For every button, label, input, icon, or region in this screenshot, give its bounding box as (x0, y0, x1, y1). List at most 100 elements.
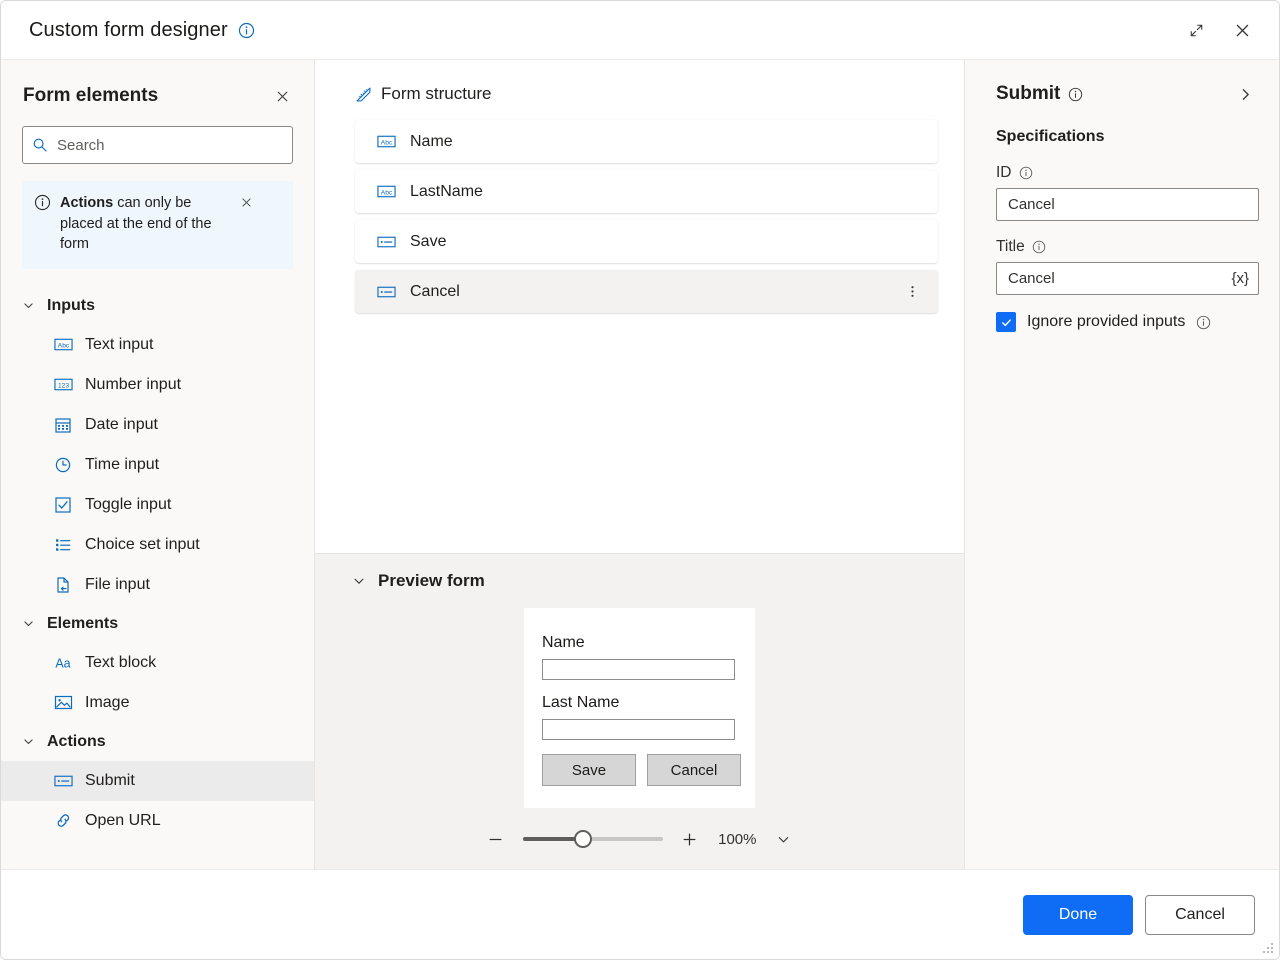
title-field-box[interactable]: {x} (996, 262, 1259, 295)
preview-name-input[interactable] (542, 659, 735, 680)
group-header-inputs[interactable]: Inputs (1, 287, 314, 325)
checkbox-label: Ignore provided inputs (1027, 313, 1185, 331)
sidebar-item-submit[interactable]: Submit (1, 761, 314, 801)
cancel-button[interactable]: Cancel (1145, 895, 1255, 935)
sidebar-title: Form elements (23, 85, 268, 107)
sidebar-item-label: File input (85, 576, 150, 594)
sidebar-item-open-url[interactable]: Open URL (1, 801, 314, 841)
custom-form-designer-dialog: Custom form designer Form elements (0, 0, 1280, 960)
id-field-label: ID (996, 164, 1259, 182)
group-label: Elements (47, 615, 118, 633)
info-circle-icon (34, 193, 51, 255)
info-icon[interactable] (1019, 166, 1033, 180)
preview-title: Preview form (378, 571, 485, 591)
info-icon[interactable] (1032, 240, 1046, 254)
actions-info-banner: Actions can only be placed at the end of… (22, 181, 293, 269)
file-icon (53, 576, 73, 594)
id-field-box[interactable] (996, 188, 1259, 221)
chevron-right-icon[interactable] (1231, 80, 1259, 108)
action-button-icon (377, 235, 396, 249)
slider-thumb[interactable] (574, 830, 592, 848)
chevron-down-icon (22, 299, 35, 312)
sidebar-item-label: Toggle input (85, 496, 171, 514)
preview-save-button[interactable]: Save (542, 754, 636, 786)
sidebar-item-text-block[interactable]: Aa Text block (1, 643, 314, 683)
form-structure-row-cancel[interactable]: Cancel (355, 270, 938, 313)
search-box[interactable] (22, 126, 293, 164)
sidebar-item-image[interactable]: Image (1, 683, 314, 723)
form-structure-row-lastname[interactable]: Abc LastName (355, 170, 938, 213)
preview-button-row: Save Cancel (542, 754, 735, 786)
action-button-icon (53, 774, 73, 788)
dialog-body: Form elements Actions can only be placed (1, 60, 1279, 869)
preview-form-card: Name Last Name Save Cancel (524, 608, 755, 808)
ignore-provided-inputs-checkbox[interactable] (996, 312, 1016, 332)
zoom-toolbar: 100% (315, 817, 964, 869)
dynamic-token-icon[interactable]: {x} (1231, 270, 1249, 287)
sidebar-item-number-input[interactable]: 123 Number input (1, 365, 314, 405)
banner-strong: Actions (60, 195, 113, 211)
preview-body: Name Last Name Save Cancel (315, 591, 964, 817)
clock-icon (53, 456, 73, 474)
plus-icon[interactable] (677, 826, 703, 852)
row-label: Save (410, 233, 924, 251)
id-input[interactable] (1006, 195, 1249, 214)
close-icon[interactable] (268, 82, 296, 110)
expand-diagonal-icon[interactable] (1173, 10, 1219, 50)
group-header-actions[interactable]: Actions (1, 723, 314, 761)
preview-header[interactable]: Preview form (315, 554, 964, 591)
aa-text-icon: Aa (53, 655, 73, 671)
preview-field-label: Last Name (542, 694, 735, 712)
ignore-provided-inputs-row: Ignore provided inputs (996, 312, 1259, 332)
specifications-heading: Specifications (996, 128, 1259, 146)
image-icon (53, 694, 73, 711)
preview-panel: Preview form Name Last Name Save Cancel (315, 553, 964, 869)
done-button[interactable]: Done (1023, 895, 1133, 935)
resize-grip-icon[interactable] (1261, 941, 1275, 955)
svg-text:Abc: Abc (381, 139, 393, 146)
form-structure-title: Form structure (381, 84, 492, 104)
page-title: Custom form designer (29, 19, 228, 42)
group-label: Inputs (47, 297, 95, 315)
preview-cancel-button[interactable]: Cancel (647, 754, 741, 786)
center-column: Form structure Abc Name Abc LastName (315, 60, 964, 869)
form-structure-row-save[interactable]: Save (355, 220, 938, 263)
sidebar-item-choice-set-input[interactable]: Choice set input (1, 525, 314, 565)
svg-text:Aa: Aa (55, 656, 70, 670)
close-icon[interactable] (237, 193, 255, 211)
sidebar-item-toggle-input[interactable]: Toggle input (1, 485, 314, 525)
row-label: Cancel (410, 283, 900, 301)
ruler-design-icon (355, 86, 372, 103)
search-icon (32, 137, 48, 153)
sidebar-item-label: Number input (85, 376, 181, 394)
chevron-down-icon (22, 617, 35, 630)
svg-text:123: 123 (57, 383, 68, 390)
chevron-down-icon[interactable] (771, 826, 797, 852)
sidebar-item-date-input[interactable]: Date input (1, 405, 314, 445)
info-icon[interactable] (1196, 315, 1211, 330)
preview-lastname-input[interactable] (542, 719, 735, 740)
sidebar-item-file-input[interactable]: File input (1, 565, 314, 605)
row-label: Name (410, 133, 924, 151)
group-header-elements[interactable]: Elements (1, 605, 314, 643)
minus-icon[interactable] (483, 826, 509, 852)
link-icon (53, 812, 73, 829)
more-vertical-icon[interactable] (900, 278, 924, 306)
close-icon[interactable] (1219, 10, 1265, 50)
search-input[interactable] (55, 136, 283, 155)
info-icon[interactable] (1068, 87, 1083, 102)
banner-text: Actions can only be placed at the end of… (60, 193, 228, 255)
sidebar-item-label: Date input (85, 416, 158, 434)
title-input[interactable] (1006, 269, 1225, 288)
svg-text:Abc: Abc (381, 189, 393, 196)
sidebar-item-label: Choice set input (85, 536, 200, 554)
zoom-slider[interactable] (523, 830, 663, 848)
sidebar-item-time-input[interactable]: Time input (1, 445, 314, 485)
chevron-down-icon (22, 735, 35, 748)
sidebar-item-label: Submit (85, 772, 135, 790)
form-structure-row-name[interactable]: Abc Name (355, 120, 938, 163)
info-icon[interactable] (238, 22, 255, 39)
sidebar-item-text-input[interactable]: Abc Text input (1, 325, 314, 365)
zoom-level-value: 100% (717, 831, 757, 848)
form-structure-header: Form structure (355, 84, 938, 104)
